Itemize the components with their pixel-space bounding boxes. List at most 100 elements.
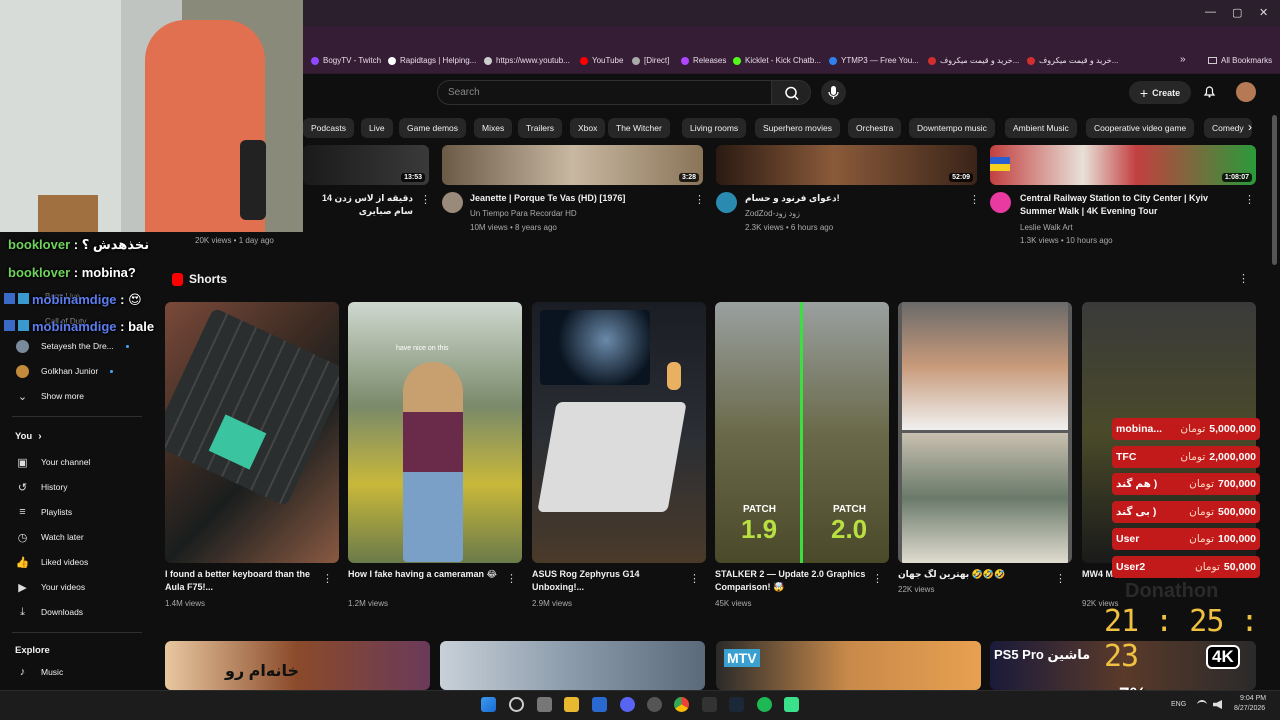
channel-name[interactable]: Un Tiempo Para Recordar HD — [470, 207, 577, 220]
chips-next-arrow-icon[interactable]: › — [1248, 120, 1252, 134]
channel-name[interactable]: Leslie Walk Art — [1020, 221, 1073, 234]
short-title[interactable]: بهترین لگ جهان 🤣🤣🤣 — [898, 568, 1053, 581]
video-title[interactable]: Central Railway Station to City Center |… — [1020, 192, 1235, 218]
voice-search-button[interactable] — [821, 80, 846, 105]
account-avatar[interactable] — [1236, 82, 1256, 102]
more-actions-icon[interactable]: ⋮ — [872, 572, 883, 585]
start-menu-icon[interactable] — [481, 697, 496, 712]
short-thumbnail[interactable] — [532, 302, 706, 563]
all-bookmarks-button[interactable]: All Bookmarks — [1208, 56, 1272, 65]
bookmark-item[interactable]: خرید و قیمت میکروف... — [928, 56, 1019, 65]
more-actions-icon[interactable]: ⋮ — [420, 193, 431, 206]
chip-downtempo-music[interactable]: Downtempo music — [909, 118, 995, 138]
video-thumbnail[interactable]: 13:53 — [303, 145, 429, 185]
search-button[interactable] — [771, 80, 811, 105]
sidebar-item-downloads[interactable]: ⤓ Downloads — [16, 604, 83, 620]
bookmark-item[interactable]: YouTube — [580, 56, 623, 65]
channel-name[interactable]: ZodZod-زود زود — [745, 207, 800, 220]
sidebar-item-liked-videos[interactable]: 👍 Liked videos — [16, 554, 89, 570]
bookmark-item[interactable]: https://www.youtub... — [484, 56, 570, 65]
you-heading[interactable]: You › — [15, 431, 42, 442]
short-title[interactable]: STALKER 2 — Update 2.0 Graphics Comparis… — [715, 568, 870, 594]
task-view-icon[interactable] — [537, 697, 552, 712]
video-title[interactable]: دعوای فرنود و حسام! — [745, 192, 965, 205]
chrome-icon[interactable] — [674, 697, 689, 712]
channel-avatar[interactable] — [442, 192, 463, 213]
chip-game-demos[interactable]: Game demos — [399, 118, 467, 138]
minimize-button[interactable]: — — [1205, 6, 1216, 18]
bookmark-item[interactable]: YTMP3 — Free You... — [829, 56, 919, 65]
maximize-button[interactable]: ▢ — [1232, 6, 1242, 19]
video-thumbnail[interactable]: 3:28 — [442, 145, 703, 185]
sidebar-item-history[interactable]: ↺ History — [16, 479, 68, 495]
shorts-more-icon[interactable]: ⋮ — [1238, 272, 1249, 285]
short-thumbnail[interactable] — [165, 302, 339, 563]
language-indicator[interactable]: ENG — [1171, 701, 1186, 708]
sidebar-item-your-videos[interactable]: ▶ Your videos — [16, 579, 85, 595]
chip-xbox[interactable]: Xbox — [570, 118, 606, 138]
chip-living-rooms[interactable]: Living rooms — [682, 118, 747, 138]
channel-avatar[interactable] — [990, 192, 1011, 213]
sidebar-channel-item[interactable]: Golkhan Junior — [16, 363, 114, 379]
video-thumbnail[interactable] — [440, 641, 705, 690]
sidebar-channel-item[interactable]: Setayesh the Dre... — [16, 338, 129, 354]
bookmark-item[interactable]: Kicklet - Kick Chatb... — [733, 56, 821, 65]
bookmark-item[interactable]: Releases — [681, 56, 726, 65]
clock-date[interactable]: 8/27/2026 — [1234, 705, 1265, 712]
search-input[interactable]: Search — [437, 80, 772, 105]
chip-comedy[interactable]: Comedy — [1204, 118, 1252, 138]
video-thumbnail[interactable]: 1:08:07 — [990, 145, 1256, 185]
app-icon[interactable] — [592, 697, 607, 712]
short-thumbnail[interactable] — [898, 302, 1072, 563]
video-thumbnail[interactable]: خانه‌ام رو — [165, 641, 430, 690]
close-window-button[interactable]: ✕ — [1259, 6, 1268, 19]
more-actions-icon[interactable]: ⋮ — [322, 572, 333, 585]
sidebar-item-playlists[interactable]: ≡ Playlists — [16, 504, 72, 520]
more-actions-icon[interactable]: ⋮ — [1244, 193, 1255, 206]
more-actions-icon[interactable]: ⋮ — [1055, 572, 1066, 585]
notifications-bell-icon[interactable] — [1202, 84, 1217, 99]
taskbar-search-icon[interactable] — [509, 697, 524, 712]
video-thumbnail[interactable]: 52:09 — [716, 145, 977, 185]
show-more-button[interactable]: ⌄ Show more — [16, 388, 84, 404]
bookmark-item[interactable]: [Direct] — [632, 56, 669, 65]
chip-live[interactable]: Live — [361, 118, 393, 138]
chip-ambient-music[interactable]: Ambient Music — [1005, 118, 1077, 138]
bookmark-item[interactable]: خرید و قیمت میکروف... — [1027, 56, 1118, 65]
chip-orchestra[interactable]: Orchestra — [848, 118, 902, 138]
bookmark-item[interactable]: Rapidtags | Helping... — [388, 56, 476, 65]
wifi-icon[interactable] — [1197, 700, 1207, 709]
file-explorer-icon[interactable] — [564, 697, 579, 712]
chip-cooperative-video-game[interactable]: Cooperative video game — [1086, 118, 1195, 138]
sidebar-item-music[interactable]: ♪ Music — [16, 664, 63, 680]
more-bookmarks-button[interactable]: » — [1180, 54, 1186, 65]
bookmark-item[interactable]: BogyTV - Twitch — [311, 56, 381, 65]
steam-icon[interactable] — [729, 697, 744, 712]
video-title[interactable]: 14 دقیقه از لاس زدن سام صبایری — [303, 192, 413, 218]
sidebar-item-watch-later[interactable]: ◷ Watch later — [16, 529, 84, 545]
create-button[interactable]: + Create — [1129, 81, 1191, 104]
page-scrollbar[interactable] — [1272, 115, 1277, 265]
app-icon-2[interactable] — [702, 697, 717, 712]
short-title[interactable]: I found a better keyboard than the Aula … — [165, 568, 325, 594]
short-thumbnail[interactable]: have nice on this — [348, 302, 522, 563]
channel-avatar[interactable] — [716, 192, 737, 213]
sidebar-item-your-channel[interactable]: ▣ Your channel — [16, 454, 90, 470]
spotify-icon[interactable] — [757, 697, 772, 712]
chip-trailers[interactable]: Trailers — [518, 118, 563, 138]
discord-icon[interactable] — [620, 697, 635, 712]
obs-icon[interactable] — [647, 697, 662, 712]
chip-the-witcher[interactable]: The Witcher — [608, 118, 670, 138]
video-title[interactable]: Jeanette | Porque Te Vas (HD) [1976] — [470, 192, 690, 205]
short-title[interactable]: ASUS Rog Zephyrus G14 Unboxing!... — [532, 568, 687, 594]
chip-podcasts[interactable]: Podcasts — [303, 118, 354, 138]
app-icon-3[interactable] — [784, 697, 799, 712]
more-actions-icon[interactable]: ⋮ — [969, 193, 980, 206]
more-actions-icon[interactable]: ⋮ — [689, 572, 700, 585]
chip-superhero-movies[interactable]: Superhero movies — [755, 118, 840, 138]
video-thumbnail[interactable]: MTV — [716, 641, 981, 690]
more-actions-icon[interactable]: ⋮ — [694, 193, 705, 206]
more-actions-icon[interactable]: ⋮ — [506, 572, 517, 585]
chip-mixes[interactable]: Mixes — [474, 118, 513, 138]
clock-time[interactable]: 9:04 PM — [1240, 695, 1266, 702]
